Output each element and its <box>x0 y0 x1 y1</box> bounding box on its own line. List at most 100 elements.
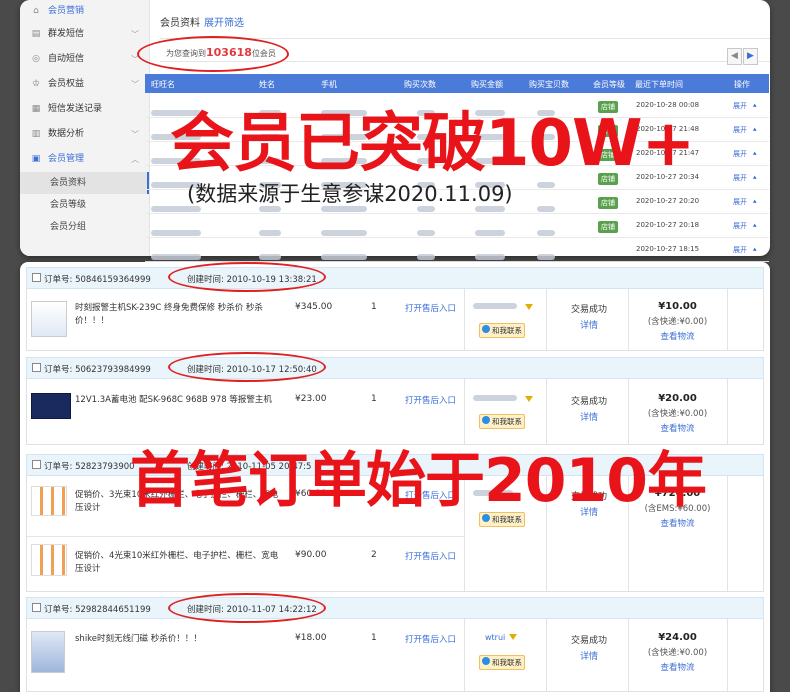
chevron-down-icon: ﹀ <box>131 130 139 139</box>
table-row: 店铺 2020-10-27 20:18 展开 ▴ <box>145 214 769 238</box>
after-sale-link[interactable]: 打开售后入口 <box>405 550 456 562</box>
sidebar-item-auto-sms[interactable]: ◎ 自动短信 ﹀ <box>20 47 149 72</box>
order-checkbox[interactable] <box>32 603 41 612</box>
after-sale-link[interactable]: 打开售后入口 <box>405 302 456 314</box>
highlight-ring <box>168 262 326 292</box>
order-header: 订单号: 52982844651199 创建时间: 2010-11-07 14:2… <box>26 597 764 619</box>
product-image <box>31 301 67 337</box>
order-total: ¥24.00 <box>658 632 697 643</box>
sidebar-item-bulk-sms[interactable]: ▤ 群发短信 ﹀ <box>20 22 149 47</box>
chevron-up-icon: ︿ <box>131 155 139 164</box>
order-total: ¥10.00 <box>658 301 697 312</box>
filter-icon[interactable] <box>509 634 517 640</box>
col-name: 姓名 <box>259 80 275 89</box>
masked-value <box>151 254 201 260</box>
expand-link[interactable]: 展开 <box>733 245 747 255</box>
masked-value <box>321 230 367 236</box>
last-order-time: 2020-10-27 18:15 <box>636 245 700 253</box>
sidebar: ⌂ 会员营销 ▤ 群发短信 ﹀ ◎ 自动短信 ﹀ ♔ 会员权益 ﹀ ▦ 短信发送记录 ▥ 数据分析… <box>20 0 150 256</box>
after-sale-link[interactable]: 打开售后入口 <box>405 394 456 406</box>
caret-up-icon: ▴ <box>753 221 757 229</box>
masked-value <box>321 254 367 260</box>
expand-link[interactable]: 展开 <box>733 221 747 231</box>
buyer-name <box>473 395 517 401</box>
sidebar-item-sms-record[interactable]: ▦ 短信发送记录 <box>20 97 149 122</box>
headline-first-order: 首笔订单始于2010年 <box>130 446 707 516</box>
expand-filter-link[interactable]: 展开筛选 <box>204 18 244 29</box>
item-price: ¥90.00 <box>295 550 327 560</box>
chart-icon: ▥ <box>31 129 41 139</box>
expand-link[interactable]: 展开 <box>733 197 747 207</box>
masked-value <box>417 230 435 236</box>
caret-up-icon: ▴ <box>753 245 757 253</box>
order-status: 交易成功 <box>570 636 607 646</box>
product-title[interactable]: 促销价、4光束10米红外栅栏、电子护栏、栅栏、宽电压设计 <box>75 550 285 576</box>
member-level-badge: 店铺 <box>598 221 618 233</box>
next-page-button[interactable]: ▶ <box>743 48 758 65</box>
expand-link[interactable]: 展开 <box>733 149 747 159</box>
sidebar-item-marketing[interactable]: ⌂ 会员营销 <box>20 0 149 22</box>
member-level-badge: 店铺 <box>598 197 618 209</box>
order-number: 订单号: 50846159364999 <box>44 275 151 285</box>
item-qty: 1 <box>371 633 377 643</box>
logistics-link[interactable]: 查看物流 <box>630 661 725 673</box>
col-wangwang: 旺旺名 <box>151 80 175 89</box>
product-image <box>31 631 65 673</box>
col-buy-count: 购买次数 <box>404 80 436 89</box>
order-number: 订单号: 52823793900 <box>44 462 135 472</box>
product-image <box>31 486 67 516</box>
order-detail-link[interactable]: 详情 <box>549 318 629 331</box>
buyer-name <box>473 303 517 309</box>
sidebar-item-analysis[interactable]: ▥ 数据分析 ﹀ <box>20 122 149 147</box>
order-detail-link[interactable]: 详情 <box>549 649 629 662</box>
order-status: 交易成功 <box>570 397 607 407</box>
sidebar-sub-member-level[interactable]: 会员等级 <box>20 194 149 216</box>
col-level: 会员等级 <box>593 80 625 89</box>
filter-icon[interactable] <box>525 396 533 402</box>
product-title[interactable]: shike时刻无线门磁 秒杀价！！！ <box>75 633 275 646</box>
contact-button[interactable]: 和我联系 <box>479 655 525 670</box>
caret-up-icon: ▴ <box>753 125 757 133</box>
sidebar-sub-member-group[interactable]: 会员分组 <box>20 216 149 238</box>
buyer-name[interactable]: wtrui <box>485 633 505 642</box>
expand-link[interactable]: 展开 <box>733 173 747 183</box>
order-checkbox[interactable] <box>32 460 41 469</box>
product-title[interactable]: 时刻报警主机SK-239C 终身免费保修 秒杀价 秒杀价！！！ <box>75 302 275 328</box>
shipping-fee: (含快递:¥0.00) <box>647 648 708 658</box>
order-header: 订单号: 50846159364999 创建时间: 2010-10-19 13:3… <box>26 267 764 289</box>
prev-page-button[interactable]: ◀ <box>727 48 742 65</box>
order-checkbox[interactable] <box>32 273 41 282</box>
item-qty: 1 <box>371 302 377 312</box>
caret-up-icon: ▴ <box>753 101 757 109</box>
item-qty: 2 <box>371 550 377 560</box>
masked-value <box>537 230 555 236</box>
contact-button[interactable]: 和我联系 <box>479 414 525 429</box>
source-note: (数据来源于生意参谋2020.11.09) <box>187 182 513 206</box>
product-title[interactable]: 12V1.3A蓄电池 配SK-968C 968B 978 等报警主机 <box>75 394 275 407</box>
expand-link[interactable]: 展开 <box>733 125 747 135</box>
order-status: 交易成功 <box>570 305 607 315</box>
last-order-time: 2020-10-27 20:18 <box>636 221 700 229</box>
contact-button[interactable]: 和我联系 <box>479 323 525 338</box>
shipping-fee: (含快递:¥0.00) <box>647 409 708 419</box>
order-detail-link[interactable]: 详情 <box>549 410 629 423</box>
caret-up-icon: ▴ <box>753 173 757 181</box>
logistics-link[interactable]: 查看物流 <box>630 330 725 342</box>
product-image <box>31 544 67 576</box>
filter-icon[interactable] <box>525 304 533 310</box>
order-checkbox[interactable] <box>32 363 41 372</box>
masked-value <box>259 230 281 236</box>
caret-up-icon: ▴ <box>753 149 757 157</box>
highlight-ring <box>137 36 289 72</box>
order-body: 时刻报警主机SK-239C 终身免费保修 秒杀价 秒杀价！！！ ¥345.00 … <box>26 289 764 351</box>
page-title: 会员资料 <box>160 18 200 29</box>
expand-link[interactable]: 展开 <box>733 101 747 111</box>
record-icon: ▦ <box>31 104 41 114</box>
sidebar-item-member-manage[interactable]: ▣ 会员管理 ︿ <box>20 147 149 172</box>
sidebar-item-rights[interactable]: ♔ 会员权益 ﹀ <box>20 72 149 97</box>
masked-value <box>151 230 201 236</box>
masked-value <box>537 206 555 212</box>
after-sale-link[interactable]: 打开售后入口 <box>405 633 456 645</box>
sidebar-sub-member-profile[interactable]: 会员资料 <box>20 172 149 194</box>
item-price: ¥23.00 <box>295 394 327 404</box>
